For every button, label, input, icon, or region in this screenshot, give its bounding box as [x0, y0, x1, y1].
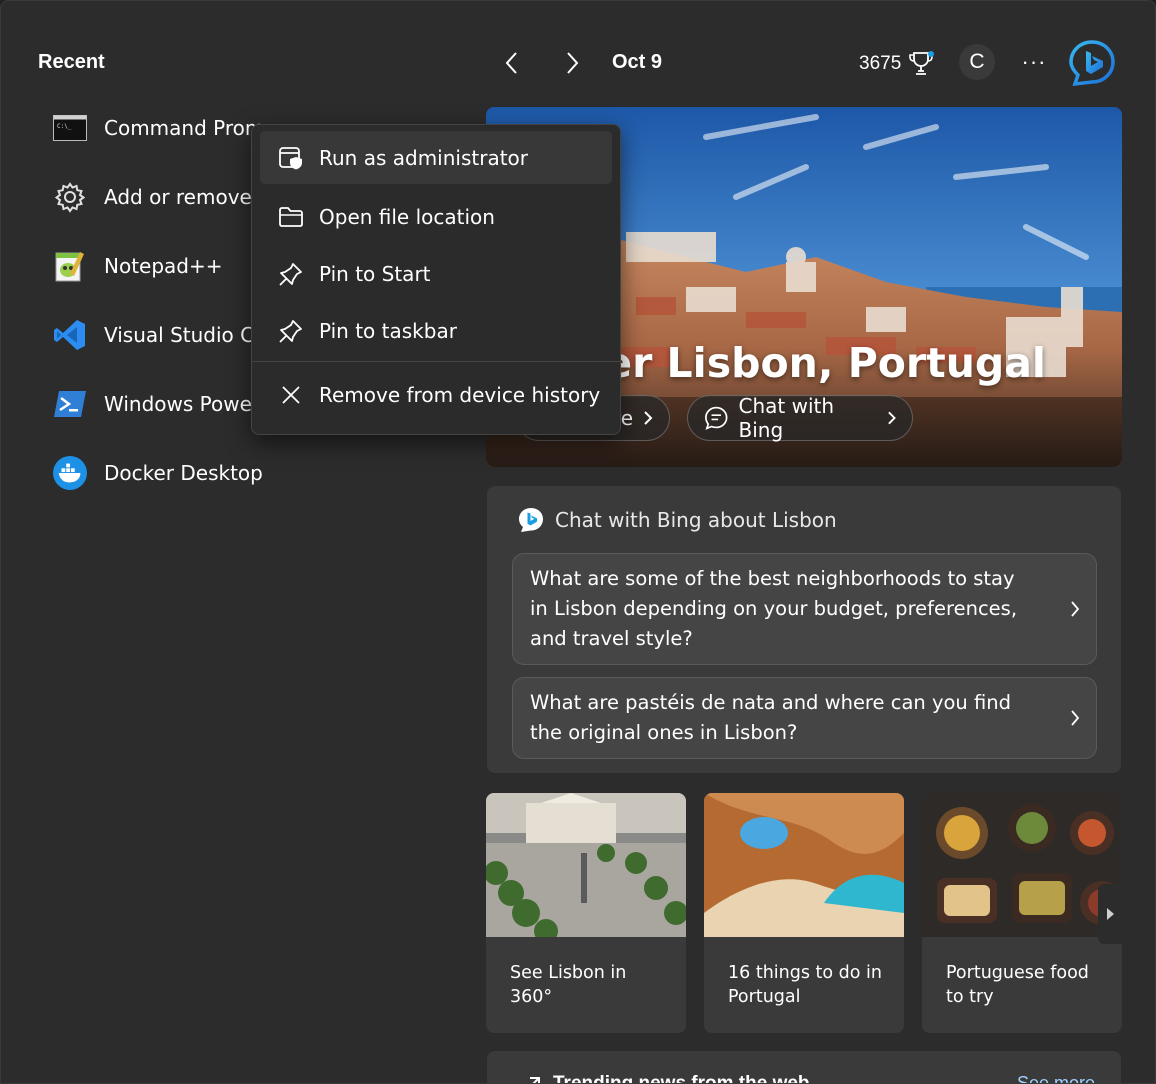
recent-item-docker[interactable]: Docker Desktop	[53, 438, 473, 507]
portuguese-food-image	[922, 793, 1122, 937]
menu-item-pin-to-start[interactable]: Pin to Start	[260, 245, 612, 302]
powershell-icon	[53, 387, 87, 421]
rewards-points-button[interactable]: 3675	[859, 51, 935, 77]
menu-item-label: Pin to taskbar	[319, 318, 457, 343]
trending-news-card: Trending news from the web See more	[487, 1051, 1121, 1084]
trending-see-more-link[interactable]: See more	[1017, 1073, 1095, 1083]
date-label: Oct 9	[612, 51, 663, 73]
recent-item-label: Notepad++	[104, 253, 223, 278]
menu-item-label: Pin to Start	[319, 261, 431, 286]
hero-chat-label: Chat with Bing	[738, 394, 835, 442]
notepadpp-icon	[53, 249, 87, 283]
gear-icon	[53, 180, 87, 214]
svg-text:C:\_: C:\_	[57, 123, 72, 130]
close-icon	[278, 382, 304, 408]
carousel-next-button[interactable]	[1098, 884, 1122, 944]
pin-icon	[278, 318, 304, 344]
tile-things-to-do-portugal[interactable]: 16 things to do in Portugal	[704, 793, 904, 1033]
chat-with-bing-card: Chat with Bing about Lisbon What are som…	[487, 486, 1121, 773]
previous-day-button[interactable]	[494, 45, 530, 81]
pin-icon	[278, 261, 304, 287]
chevron-right-icon	[1071, 710, 1080, 726]
menu-separator	[252, 361, 620, 362]
command-prompt-icon: C:\_	[53, 111, 87, 145]
chat-card-header: Chat with Bing about Lisbon	[517, 506, 837, 534]
menu-item-label: Open file location	[319, 204, 495, 229]
bing-icon	[519, 508, 543, 532]
next-day-button[interactable]	[554, 45, 590, 81]
chat-bubble-icon	[705, 406, 728, 430]
tile-portuguese-food[interactable]: Portuguese food to try	[922, 793, 1122, 1033]
chat-question-text: What are pastéis de nata and where can y…	[530, 691, 1011, 744]
menu-item-pin-to-taskbar[interactable]: Pin to taskbar	[260, 302, 612, 359]
menu-item-run-as-administrator[interactable]: Run as administrator	[260, 131, 612, 184]
benagil-cave-image	[704, 793, 904, 937]
trending-title: Trending news from the web	[553, 1073, 810, 1084]
menu-item-label: Run as administrator	[319, 145, 529, 170]
tile-label: See Lisbon in 360°	[510, 963, 627, 1007]
docker-icon	[53, 455, 87, 490]
tile-label: Portuguese food to try	[946, 963, 1089, 1007]
bing-chat-button[interactable]	[1067, 39, 1117, 87]
user-avatar-button[interactable]: C	[959, 44, 995, 80]
shield-app-icon	[278, 145, 304, 171]
menu-item-remove-from-history[interactable]: Remove from device history	[260, 366, 612, 423]
vscode-icon	[53, 318, 87, 352]
menu-item-label: Remove from device history	[319, 382, 601, 407]
chat-question-text: What are some of the best neighborhoods …	[530, 567, 1018, 650]
chevron-right-icon	[567, 52, 579, 74]
context-menu: Run as administrator Open file location …	[251, 124, 621, 435]
chevron-right-icon	[644, 411, 653, 425]
chevron-left-icon	[505, 52, 517, 74]
recent-item-label: Windows Power	[104, 391, 261, 416]
folder-icon	[278, 204, 304, 230]
recent-item-label: Visual Studio Co	[104, 322, 267, 347]
chevron-right-icon	[887, 411, 896, 425]
more-options-button[interactable]: ···	[1017, 45, 1051, 79]
chevron-right-icon	[1071, 601, 1080, 617]
trending-arrow-icon	[530, 1077, 540, 1083]
bing-icon	[1069, 40, 1115, 87]
tile-label: 16 things to do in Portugal	[728, 963, 882, 1007]
lisbon-square-image	[486, 793, 686, 937]
recent-item-label: Command Prom	[104, 115, 265, 140]
chat-question-button[interactable]: What are some of the best neighborhoods …	[512, 553, 1097, 665]
recent-title: Recent	[38, 51, 105, 73]
chat-card-title: Chat with Bing about Lisbon	[555, 508, 837, 532]
chat-question-button[interactable]: What are pastéis de nata and where can y…	[512, 677, 1097, 759]
recent-item-label: Add or remove	[104, 184, 252, 209]
tile-see-lisbon-360[interactable]: See Lisbon in 360°	[486, 793, 686, 1033]
play-arrow-icon	[1107, 908, 1114, 920]
rewards-points-value: 3675	[859, 53, 902, 74]
hero-chat-with-bing-button[interactable]: Chat with Bing	[687, 394, 913, 442]
rewards-trophy-icon	[909, 51, 935, 75]
menu-item-open-file-location[interactable]: Open file location	[260, 188, 612, 245]
widgets-panel: Recent C:\_ Command Prom Add or remove N…	[0, 0, 1156, 1084]
recent-item-label: Docker Desktop	[104, 460, 263, 485]
